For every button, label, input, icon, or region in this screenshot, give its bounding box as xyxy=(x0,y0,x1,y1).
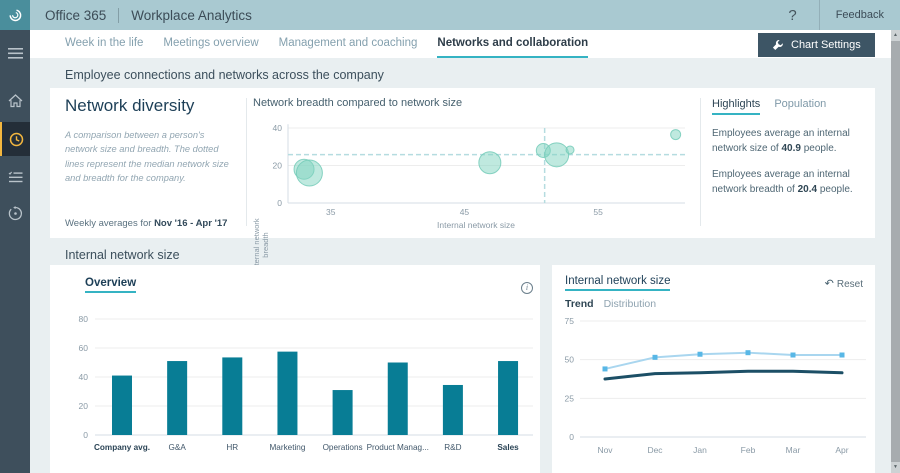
tab-highlights[interactable]: Highlights xyxy=(712,98,760,115)
svg-text:25: 25 xyxy=(565,393,575,403)
svg-text:0: 0 xyxy=(83,430,88,440)
query-list-icon xyxy=(8,171,23,184)
svg-text:R&D: R&D xyxy=(444,443,461,452)
weekly-averages-note: Weekly averages for Nov '16 - Apr '17 xyxy=(65,218,227,229)
svg-text:Operations: Operations xyxy=(323,443,363,452)
main-content: Employee connections and networks across… xyxy=(30,58,892,473)
svg-text:40: 40 xyxy=(79,372,89,382)
hamburger-icon xyxy=(8,48,23,59)
highlight-breadth-value: 20.4 xyxy=(798,184,817,195)
help-button[interactable]: ? xyxy=(766,7,818,24)
network-diversity-card: Network diversity A comparison between a… xyxy=(50,88,875,238)
reset-button[interactable]: ↶Reset xyxy=(825,277,863,290)
highlights-panel: Highlights Population Employees average … xyxy=(712,98,870,197)
network-diversity-info: Network diversity A comparison between a… xyxy=(65,96,245,230)
trend-card: Internal network size ↶Reset Trend Distr… xyxy=(552,265,875,473)
topbar-divider xyxy=(118,8,119,23)
svg-text:Dec: Dec xyxy=(647,445,663,455)
undo-icon: ↶ xyxy=(825,278,834,290)
tab-population[interactable]: Population xyxy=(774,98,826,115)
svg-text:40: 40 xyxy=(273,123,283,133)
network-diversity-description: A comparison between a person's network … xyxy=(65,128,237,186)
tab-overview[interactable]: Overview xyxy=(85,277,136,293)
card-divider-1 xyxy=(246,98,247,226)
svg-text:60: 60 xyxy=(79,343,89,353)
brand-office365: Office 365 xyxy=(45,8,106,23)
tab-meetings-overview[interactable]: Meetings overview xyxy=(163,30,258,58)
tab-networks-and-collaboration[interactable]: Networks and collaboration xyxy=(437,30,588,58)
app-logo[interactable] xyxy=(0,0,30,30)
svg-text:20: 20 xyxy=(273,161,283,171)
svg-text:Company avg.: Company avg. xyxy=(94,443,150,452)
vertical-scrollbar[interactable]: ▲ ▼ xyxy=(891,30,900,473)
feedback-button[interactable]: Feedback xyxy=(820,9,900,21)
section-title-connections: Employee connections and networks across… xyxy=(65,68,384,82)
svg-text:75: 75 xyxy=(565,316,575,326)
svg-text:Mar: Mar xyxy=(786,445,801,455)
spiral-logo-icon xyxy=(7,7,23,23)
section-title-internal-network-size: Internal network size xyxy=(65,248,180,262)
svg-text:Apr: Apr xyxy=(835,445,848,455)
trend-card-title[interactable]: Internal network size xyxy=(565,275,670,291)
chart-settings-button[interactable]: Chart Settings xyxy=(758,33,875,57)
scrollbar-up-arrow[interactable]: ▲ xyxy=(891,30,900,41)
internal-network-size-bar-chart: 0 20 40 60 80 Company avg. G&A HR Marketing Opera… xyxy=(55,310,535,470)
left-sidebar xyxy=(0,30,30,473)
scatter-chart-title: Network breadth compared to network size xyxy=(253,97,462,109)
history-icon xyxy=(8,206,23,221)
date-range: Nov '16 - Apr '17 xyxy=(154,218,227,229)
svg-text:HR: HR xyxy=(226,443,238,452)
svg-text:Marketing: Marketing xyxy=(269,443,305,452)
highlight-network-size: Employees average an internal network si… xyxy=(712,126,870,156)
highlight-network-breadth: Employees average an internal network br… xyxy=(712,167,870,197)
svg-text:Jan: Jan xyxy=(693,445,707,455)
internal-network-size-line-chart: 0 25 50 75 Nov Dec Jan Feb Mar Apr xyxy=(558,315,873,473)
sidebar-menu-button[interactable] xyxy=(0,38,30,68)
network-diversity-title: Network diversity xyxy=(65,96,245,116)
svg-text:50: 50 xyxy=(565,355,575,365)
product-title: Workplace Analytics xyxy=(131,8,252,23)
svg-text:Nov: Nov xyxy=(597,445,613,455)
sidebar-item-queries[interactable] xyxy=(0,162,30,192)
wrench-icon xyxy=(772,39,784,51)
svg-text:35: 35 xyxy=(326,207,336,217)
tab-week-in-the-life[interactable]: Week in the life xyxy=(65,30,143,58)
svg-text:Feb: Feb xyxy=(741,445,756,455)
tab-trend[interactable]: Trend xyxy=(565,298,594,310)
highlight-size-value: 40.9 xyxy=(781,143,800,154)
overview-card: Overview i 0 20 40 60 80 Company avg. G&A HR Mar… xyxy=(50,265,540,473)
svg-text:Internal network size: Internal network size xyxy=(437,220,515,230)
scrollbar-down-arrow[interactable]: ▼ xyxy=(891,462,900,473)
clock-icon xyxy=(9,132,24,147)
svg-text:20: 20 xyxy=(79,401,89,411)
sidebar-item-time-active[interactable] xyxy=(0,122,30,156)
home-icon xyxy=(8,94,23,108)
svg-text:55: 55 xyxy=(593,207,603,217)
svg-text:45: 45 xyxy=(460,207,470,217)
tab-distribution[interactable]: Distribution xyxy=(604,298,657,310)
svg-text:Product Manag...: Product Manag... xyxy=(367,443,429,452)
tab-management-and-coaching[interactable]: Management and coaching xyxy=(279,30,418,58)
svg-text:0: 0 xyxy=(277,198,282,208)
network-breadth-scatter-chart: 0 20 40 35 45 55 Internal network size xyxy=(250,110,690,235)
sidebar-item-home[interactable] xyxy=(0,86,30,116)
svg-text:0: 0 xyxy=(569,432,574,442)
chart-settings-label: Chart Settings xyxy=(791,39,861,51)
info-icon[interactable]: i xyxy=(521,282,533,294)
page-tab-bar: Week in the life Meetings overview Manag… xyxy=(30,30,892,58)
svg-text:80: 80 xyxy=(79,314,89,324)
card-divider-2 xyxy=(700,98,701,226)
sidebar-item-history[interactable] xyxy=(0,198,30,228)
scrollbar-thumb[interactable] xyxy=(891,41,900,462)
svg-text:Sales: Sales xyxy=(497,443,519,452)
top-bar: Office 365 Workplace Analytics ? Feedbac… xyxy=(0,0,900,30)
svg-text:G&A: G&A xyxy=(169,443,187,452)
